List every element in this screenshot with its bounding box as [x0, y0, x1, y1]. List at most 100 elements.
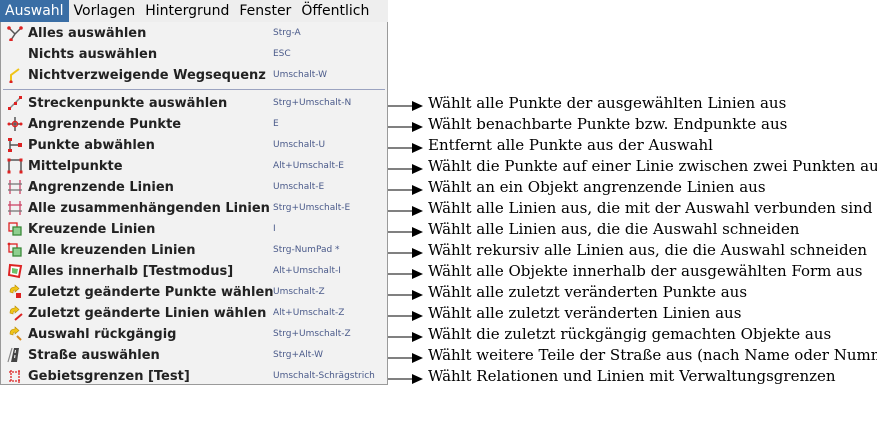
menu-item-streckenpunkte-auswaehlen[interactable]: Streckenpunkte auswählen Strg+Umschalt-N	[1, 93, 387, 114]
menu-item-shortcut: Strg+Umschalt-N	[273, 98, 352, 108]
connected-ways-icon	[7, 200, 23, 216]
menu-item-alles-auswaehlen[interactable]: Alles auswählen Strg-A	[1, 23, 387, 44]
select-all-icon	[7, 25, 23, 42]
menu-item-label: Auswahl rückgängig	[28, 327, 177, 342]
menu-item-gebietsgrenzen-test[interactable]: Gebietsgrenzen [Test] Umschalt-Schrägstri…	[1, 366, 387, 387]
menu-item-label: Zuletzt geänderte Punkte wählen	[28, 285, 274, 300]
menu-item-zuletzt-geaenderte-punkte-waehlen[interactable]: Zuletzt geänderte Punkte wählen Umschalt-…	[1, 282, 387, 303]
annotation-text: Wählt die Punkte auf einer Linie zwische…	[428, 157, 877, 175]
annotation: Wählt benachbarte Punkte bzw. Endpunkte …	[388, 114, 877, 135]
annotation: Wählt weitere Teile der Straße aus (nach…	[388, 345, 877, 366]
road-icon	[7, 347, 23, 363]
arrow-left-icon	[388, 223, 424, 237]
intersecting-ways-icon	[7, 221, 23, 237]
menu-item-shortcut: ESC	[273, 49, 291, 59]
menu-item-mittelpunkte[interactable]: Mittelpunkte Alt+Umschalt-E	[1, 156, 387, 177]
menu-item-punkte-abwaehlen[interactable]: Punkte abwählen Umschalt-U	[1, 135, 387, 156]
menu-item-alle-kreuzenden-linien[interactable]: Alle kreuzenden Linien Strg-NumPad *	[1, 240, 387, 261]
way-nodes-icon	[7, 95, 23, 111]
menu-item-shortcut: E	[273, 119, 279, 129]
menu-vorlagen[interactable]: Vorlagen	[69, 0, 141, 22]
annotation: Wählt die zuletzt rückgängig gemachten O…	[388, 324, 877, 345]
arrow-left-icon	[388, 244, 424, 258]
annotation: Wählt alle Linien aus, die mit der Auswa…	[388, 198, 877, 219]
annotation: Wählt alle zuletzt veränderten Linien au…	[388, 303, 877, 324]
menu-separator	[3, 89, 385, 90]
annotation-text: Wählt weitere Teile der Straße aus (nach…	[428, 346, 877, 364]
menu-item-label: Kreuzende Linien	[28, 222, 156, 237]
annotation-text: Wählt alle Linien aus, die die Auswahl s…	[428, 220, 800, 238]
boundary-icon	[7, 368, 23, 384]
menu-item-label: Punkte abwählen	[28, 138, 155, 153]
menu-fenster[interactable]: Fenster	[234, 0, 296, 22]
adjacent-nodes-icon	[7, 116, 23, 132]
annotation: Wählt alle Punkte der ausgewählten Linie…	[388, 93, 877, 114]
annotation-text: Entfernt alle Punkte aus der Auswahl	[428, 136, 713, 154]
last-modified-ways-icon	[7, 305, 23, 321]
menu-item-shortcut: Alt+Umschalt-E	[273, 161, 344, 171]
menu-item-label: Zuletzt geänderte Linien wählen	[28, 306, 267, 321]
menu-item-label: Streckenpunkte auswählen	[28, 96, 228, 111]
menu-item-label: Alle zusammenhängenden Linien	[28, 201, 270, 216]
annotation: Entfernt alle Punkte aus der Auswahl	[388, 135, 877, 156]
menu-auswahl[interactable]: Auswahl	[0, 0, 69, 22]
menu-item-shortcut: Strg-A	[273, 28, 301, 38]
all-intersecting-ways-icon	[7, 242, 23, 258]
annotation: Wählt alle zuletzt veränderten Punkte au…	[388, 282, 877, 303]
menu-item-nichts-auswaehlen[interactable]: Nichts auswählen ESC	[1, 44, 387, 65]
arrow-left-icon	[388, 160, 424, 174]
menu-item-label: Nichtverzweigende Wegsequenz	[28, 68, 266, 83]
unselect-nodes-icon	[7, 137, 23, 153]
menu-item-shortcut: Umschalt-U	[273, 140, 326, 150]
menu-hintergrund[interactable]: Hintergrund	[140, 0, 234, 22]
arrow-left-icon	[388, 370, 424, 384]
menu-item-shortcut: Strg+Umschalt-Z	[273, 329, 351, 339]
annotation: Wählt Relationen und Linien mit Verwaltu…	[388, 366, 877, 387]
undo-selection-icon	[7, 326, 23, 342]
menu-item-label: Alles innerhalb [Testmodus]	[28, 264, 234, 279]
menu-item-auswahl-rueckgaengig[interactable]: Auswahl rückgängig Strg+Umschalt-Z	[1, 324, 387, 345]
annotation: Wählt an ein Objekt angrenzende Linien a…	[388, 177, 877, 198]
menu-item-label: Mittelpunkte	[28, 159, 123, 174]
menu-item-label: Angrenzende Punkte	[28, 117, 182, 132]
menu-item-angrenzende-linien[interactable]: Angrenzende Linien Umschalt-E	[1, 177, 387, 198]
annotation-text: Wählt die zuletzt rückgängig gemachten O…	[428, 325, 832, 343]
auswahl-dropdown-menu: Alles auswählen Strg-A Nichts auswählen ESC…	[0, 22, 388, 385]
arrow-left-icon	[388, 265, 424, 279]
way-sequence-icon	[7, 67, 23, 84]
annotation-text: Wählt alle Objekte innerhalb der ausgewä…	[428, 262, 863, 280]
menu-item-zuletzt-geaenderte-linien-waehlen[interactable]: Zuletzt geänderte Linien wählen Alt+Umsch…	[1, 303, 387, 324]
annotation-text: Wählt Relationen und Linien mit Verwaltu…	[428, 367, 836, 385]
arrow-left-icon	[388, 286, 424, 300]
arrow-left-icon	[388, 202, 424, 216]
menu-item-shortcut: Strg+Umschalt-E	[273, 203, 351, 213]
menu-item-label: Angrenzende Linien	[28, 180, 174, 195]
adjacent-ways-icon	[7, 179, 23, 195]
annotation: Wählt alle Linien aus, die die Auswahl s…	[388, 219, 877, 240]
annotation-text: Wählt rekursiv alle Linien aus, die die …	[428, 241, 868, 259]
menu-item-shortcut: Alt+Umschalt-I	[273, 266, 341, 276]
menu-item-shortcut: Umschalt-E	[273, 182, 325, 192]
menu-item-kreuzende-linien[interactable]: Kreuzende Linien I	[1, 219, 387, 240]
arrow-left-icon	[388, 139, 424, 153]
arrow-left-icon	[388, 181, 424, 195]
annotation: Wählt alle Objekte innerhalb der ausgewä…	[388, 261, 877, 282]
annotation-text: Wählt alle zuletzt veränderten Punkte au…	[428, 283, 748, 301]
menu-oeffentlich[interactable]: Öffentlich	[296, 0, 374, 22]
menu-bar: Auswahl Vorlagen Hintergrund Fenster Öff…	[0, 0, 388, 23]
menu-item-alle-zusammenhaengenden-linien[interactable]: Alle zusammenhängenden Linien Strg+Umscha…	[1, 198, 387, 219]
menu-item-shortcut: Strg+Alt-W	[273, 350, 324, 360]
empty-icon	[7, 46, 23, 62]
menu-item-nichtverzweigende-wegsequenz[interactable]: Nichtverzweigende Wegsequenz Umschalt-W	[1, 65, 387, 86]
menu-item-strasse-auswaehlen[interactable]: Straße auswählen Strg+Alt-W	[1, 345, 387, 366]
menu-item-shortcut: Umschalt-W	[273, 70, 328, 80]
last-modified-nodes-icon	[7, 284, 23, 300]
annotation-text: Wählt benachbarte Punkte bzw. Endpunkte …	[428, 115, 788, 133]
menu-item-alles-innerhalb-testmodus[interactable]: Alles innerhalb [Testmodus] Alt+Umschalt-…	[1, 261, 387, 282]
menu-item-shortcut: Strg-NumPad *	[273, 245, 340, 255]
annotation-text: Wählt alle Linien aus, die mit der Auswa…	[428, 199, 873, 217]
arrow-left-icon	[388, 307, 424, 321]
arrow-left-icon	[388, 349, 424, 363]
menu-item-angrenzende-punkte[interactable]: Angrenzende Punkte E	[1, 114, 387, 135]
menu-item-label: Alle kreuzenden Linien	[28, 243, 196, 258]
